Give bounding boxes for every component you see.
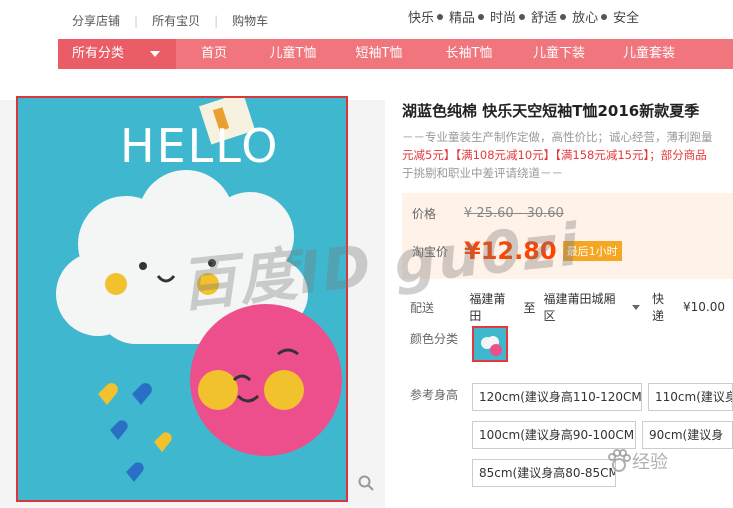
color-swatch-lake-blue[interactable] [472, 326, 508, 362]
share-shop-link[interactable]: 分享店铺 [72, 12, 120, 29]
nav-kids-bottoms[interactable]: 儿童下装 [514, 39, 604, 69]
promo-price-label: 淘宝价 [412, 244, 449, 259]
slogan-word: 精品 [449, 11, 476, 26]
top-links: 分享店铺 | 所有宝贝 | 购物车 [72, 12, 268, 29]
subtitle-line: 元减5元】【满108元减10元】【满158元减15元】；部分商品 [402, 148, 707, 162]
original-price: ¥ 25.60 - 30.60 [464, 206, 564, 221]
subtitle-line: 于挑剔和职业中差评请绕道－－ [402, 166, 563, 180]
size-option[interactable]: 120cm(建议身高110-120CM) [472, 383, 642, 411]
all-categories-label: 所有分类 [72, 46, 125, 61]
nav-home[interactable]: 首页 [176, 39, 252, 69]
size-option[interactable]: 85cm(建议身高80-85CM) [472, 459, 616, 487]
caret-down-icon [150, 51, 160, 57]
slogan-word: 安全 [613, 11, 640, 26]
slogan-word: 时尚 [490, 11, 517, 26]
svg-text:HELLO: HELLO [120, 119, 279, 173]
category-nav: 所有分类 首页 儿童T恤 短袖T恤 长袖T恤 儿童下装 儿童套装 [58, 39, 733, 69]
slogan-word: 放心 [572, 11, 599, 26]
product-title: 湖蓝色纯棉 快乐天空短袖T恤2016新款夏季 [402, 102, 700, 120]
size-label: 参考身高 [410, 388, 459, 402]
bullet-dot [478, 13, 485, 20]
jingyan-text: 经验 [632, 452, 668, 473]
divider: | [214, 13, 219, 28]
bullet-dot [519, 13, 526, 20]
nav-kids-tshirt[interactable]: 儿童T恤 [252, 39, 334, 69]
bullet-dot [560, 13, 567, 20]
zoom-icon[interactable] [358, 475, 374, 494]
nav-short-sleeve[interactable]: 短袖T恤 [334, 39, 424, 69]
cart-link[interactable]: 购物车 [232, 12, 268, 29]
slogan-word: 快乐 [408, 11, 435, 26]
product-subtitle: －－专业童装生产制作定做，高性价比；诚心经营，薄利跑量 元减5元】【满108元减… [402, 128, 733, 182]
nav-long-sleeve[interactable]: 长袖T恤 [424, 39, 514, 69]
top-bar: 分享店铺 | 所有宝贝 | 购物车 快乐 精品 时尚 舒适 放心 安全 [0, 0, 733, 38]
subtitle-line: －－专业童装生产制作定做，高性价比；诚心经营，薄利跑量 [402, 130, 713, 144]
price-label: 价格 [412, 207, 437, 221]
ship-from: 福建莆田 [469, 292, 506, 323]
bullet-dot [437, 13, 444, 20]
shop-slogan: 快乐 精品 时尚 舒适 放心 安全 [408, 7, 645, 26]
divider: | [134, 13, 139, 28]
all-items-link[interactable]: 所有宝贝 [152, 12, 200, 29]
countdown-badge: 最后1小时 [562, 241, 622, 261]
price-box: 价格 ¥ 25.60 - 30.60 淘宝价 ¥12.80 最后1小时 [402, 193, 733, 279]
size-option[interactable]: 90cm(建议身 [642, 421, 733, 449]
tshirt-print-graphic: HELLO [18, 98, 346, 500]
size-option[interactable]: 110cm(建议身 [648, 383, 733, 411]
size-option[interactable]: 100cm(建议身高90-100CM) [472, 421, 636, 449]
nav-kids-sets[interactable]: 儿童套装 [604, 39, 694, 69]
slogan-word: 舒适 [531, 11, 558, 26]
all-categories-menu[interactable]: 所有分类 [58, 39, 176, 69]
caret-down-icon[interactable] [631, 304, 640, 310]
shipping-fee: ¥10.00 [683, 300, 725, 314]
promo-price: ¥12.80 [464, 237, 557, 265]
product-main-image[interactable]: HELLO [16, 96, 348, 502]
shipping-row: 配送 福建莆田 至 福建莆田城厢区 快递 ¥10.00 [410, 290, 733, 324]
bullet-dot [601, 13, 608, 20]
ship-destination-select[interactable]: 福建莆田城厢区 [543, 290, 624, 324]
shipping-method: 快递 [651, 292, 664, 323]
shipping-label: 配送 [410, 300, 435, 315]
tshirt-thumbnail-icon [474, 328, 506, 360]
color-label: 颜色分类 [410, 332, 459, 346]
ship-to-word: 至 [523, 300, 536, 315]
